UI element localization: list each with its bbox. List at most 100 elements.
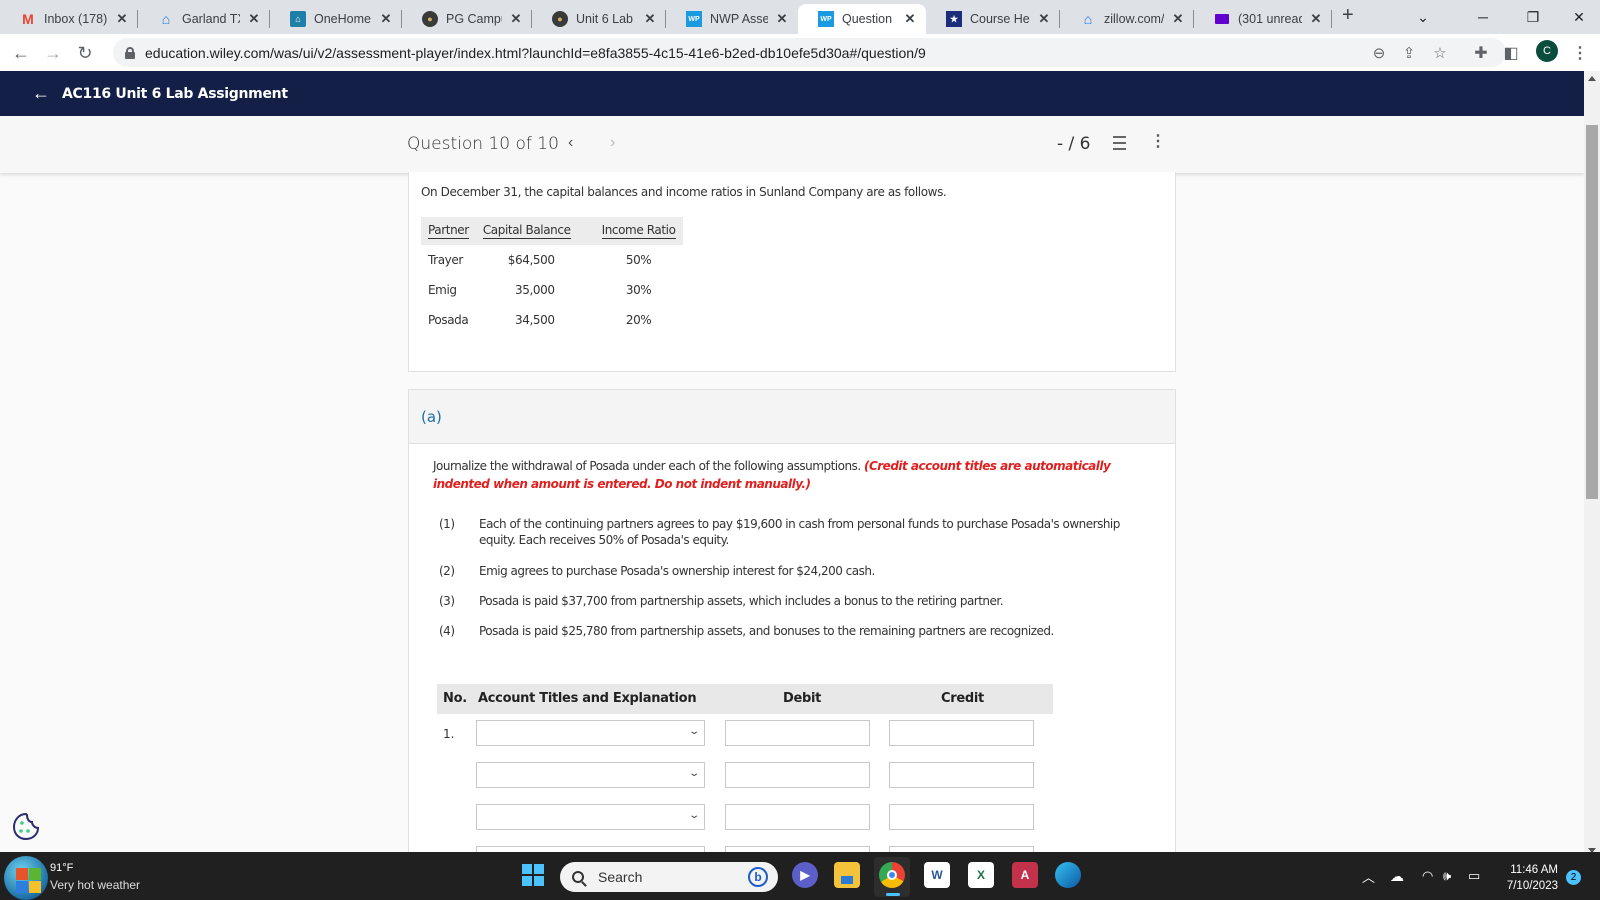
debit-input[interactable] [725,804,870,830]
debit-input[interactable] [725,762,870,788]
account-title-select[interactable]: ⌄ [476,720,705,746]
teams-meet-icon[interactable]: ▶ [792,862,818,888]
question-list-icon[interactable] [1108,136,1126,150]
system-clock[interactable]: 11:46 AM 7/10/2023 [1500,862,1558,894]
assumption-item: (1) Each of the continuing partners agre… [439,517,1120,547]
table-row: Trayer $64,500 50% [428,252,652,267]
table-row: Posada 34,500 20% [428,312,652,327]
forward-arrow-icon[interactable]: → [40,40,66,66]
account-title-select[interactable]: ⌄ [476,762,705,788]
assumption-item: (4) Posada is paid $25,780 from partners… [439,624,1054,638]
pg-campus-icon: ● [552,11,568,27]
close-tab-icon[interactable]: ✕ [1308,11,1324,27]
new-tab-button[interactable]: + [1342,4,1354,27]
word-icon[interactable]: W [924,862,950,888]
tab-question-10-active[interactable]: WP Question 10 ✕ [798,4,926,34]
url-text[interactable]: education.wiley.com/was/ui/v2/assessment… [145,45,926,61]
page-scrollbar[interactable] [1584,71,1600,859]
side-panel-icon[interactable]: ◧ [1500,42,1522,64]
credit-input[interactable] [889,720,1034,746]
tab-yahoo-mail[interactable]: (301 unread) ✕ [1194,4,1332,34]
file-explorer-icon[interactable] [834,862,860,888]
profile-avatar[interactable]: C [1536,40,1558,62]
share-icon[interactable]: ⇪ [1398,42,1420,64]
weather-temperature[interactable]: 91°F [50,862,73,874]
volume-icon[interactable]: 🕪 [1443,852,1451,900]
zoom-out-icon[interactable]: ⊖ [1368,42,1390,64]
chevron-down-icon: ⌄ [687,810,700,821]
wifi-icon[interactable]: ◠ [1422,852,1433,900]
tab-zillow[interactable]: ⌂ zillow.com/d ✕ [1060,4,1194,34]
journal-entry-row: ⌄ [437,762,1053,790]
battery-icon[interactable]: ▭ [1468,852,1480,900]
column-header: Capital Balance [475,217,595,245]
bing-icon[interactable]: b [748,867,768,887]
tab-pg-campus[interactable]: ● PG Campus ✕ [402,4,532,34]
address-bar[interactable]: education.wiley.com/was/ui/v2/assessment… [113,38,1506,67]
pg-campus-icon: ● [422,11,438,27]
tab-nwp-assessment[interactable]: WP NWP Assessm ✕ [666,4,798,34]
chrome-menu-icon[interactable]: ⋮ [1569,42,1591,64]
tab-unit6-lab[interactable]: ● Unit 6 Lab As ✕ [532,4,666,34]
capital-balance-table: Partner Capital Balance Income Ratio Tra… [421,217,683,335]
close-window-button[interactable]: ✕ [1556,0,1600,34]
chevron-down-icon: ⌄ [687,768,700,779]
tab-gmail-inbox[interactable]: M Inbox (178) - ✕ [0,4,138,34]
windows-start-icon[interactable] [522,864,544,886]
show-hidden-icons-chevron-icon[interactable]: ︿ [1362,852,1375,900]
minimize-button[interactable]: ─ [1460,0,1506,34]
more-options-icon[interactable]: ⋮ [1150,134,1166,150]
extensions-puzzle-icon[interactable]: ✚ [1470,42,1492,64]
browser-tab-strip: M Inbox (178) - ✕ ⌂ Garland TX R ✕ ⌂ One… [0,0,1600,34]
column-header-debit: Debit [783,691,822,706]
onedrive-cloud-icon[interactable]: ☁ [1390,852,1404,900]
mail-icon [1214,11,1230,27]
reload-icon[interactable]: ↻ [72,40,98,66]
close-tab-icon[interactable]: ✕ [774,11,790,27]
tab-course-hero[interactable]: ★ Course Hero ✕ [926,4,1060,34]
excel-icon[interactable]: X [968,862,994,888]
tab-search-chevron-icon[interactable]: ⌄ [1400,0,1446,34]
close-tab-icon[interactable]: ✕ [246,11,262,27]
edge-icon[interactable] [1055,862,1081,888]
column-header-no: No. [443,691,467,706]
close-tab-icon[interactable]: ✕ [114,11,130,27]
close-tab-icon[interactable]: ✕ [902,11,918,27]
bookmark-star-icon[interactable]: ☆ [1429,42,1451,64]
question-counter: Question 10 of 10 [407,134,559,154]
restore-button[interactable]: ❐ [1510,0,1556,34]
weather-widget-icon[interactable] [4,856,48,900]
assignment-title[interactable]: AC116 Unit 6 Lab Assignment [62,86,288,102]
next-question-chevron-icon[interactable]: › [610,134,615,152]
tab-garland-zillow[interactable]: ⌂ Garland TX R ✕ [138,4,270,34]
close-tab-icon[interactable]: ✕ [508,11,524,27]
debit-input[interactable] [725,720,870,746]
chrome-icon[interactable] [879,862,905,888]
wp-icon: WP [686,11,702,27]
close-tab-icon[interactable]: ✕ [378,11,394,27]
back-arrow-icon[interactable]: ← [8,40,34,66]
scroll-up-arrow-icon[interactable] [1588,76,1596,81]
account-title-select[interactable]: ⌄ [476,804,705,830]
back-to-assignment-icon[interactable]: ← [32,83,50,104]
column-header-account: Account Titles and Explanation [478,691,697,706]
scrollbar-thumb[interactable] [1586,125,1598,499]
onehome-icon: ⌂ [290,11,306,27]
credit-input[interactable] [889,762,1034,788]
wp-icon: WP [818,11,834,27]
close-tab-icon[interactable]: ✕ [642,11,658,27]
credit-input[interactable] [889,804,1034,830]
taskbar-search-box[interactable]: Search b [560,862,778,892]
close-tab-icon[interactable]: ✕ [1036,11,1052,27]
notification-badge[interactable]: 2 [1566,870,1581,885]
cookie-settings-icon[interactable] [10,811,42,843]
previous-question-chevron-icon[interactable]: ‹ [568,134,573,152]
weather-description[interactable]: Very hot weather [50,878,140,892]
close-tab-icon[interactable]: ✕ [1170,11,1186,27]
zillow-icon: ⌂ [1083,11,1093,27]
table-row: Emig 35,000 30% [428,282,652,297]
access-icon[interactable]: A [1012,862,1038,888]
zillow-icon: ⌂ [161,11,171,27]
question-nav-bar: Question 10 of 10 ‹ › - / 6 ⋮ [0,116,1584,173]
tab-onehome[interactable]: ⌂ OneHome™ ✕ [270,4,402,34]
